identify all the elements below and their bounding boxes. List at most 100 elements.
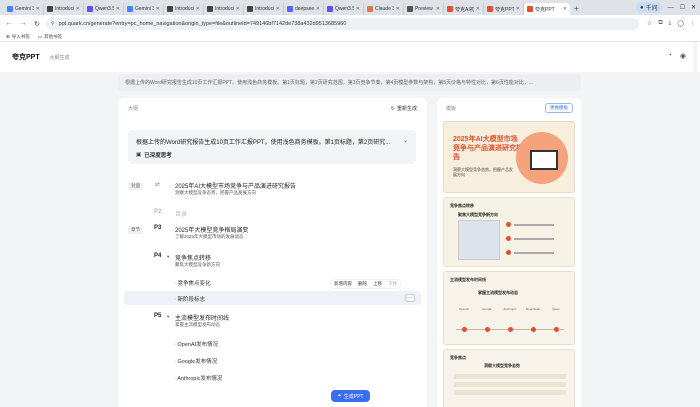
page-scrollbar[interactable] <box>693 42 697 407</box>
bookmark-other[interactable]: ▭ 其他书签 <box>38 34 62 40</box>
outline-bullet[interactable]: Anthropic发布情况 <box>174 374 222 382</box>
more-options-button[interactable]: ··· <box>405 294 415 302</box>
browser-tab[interactable]: Qwen3.5 ✕ <box>324 3 364 15</box>
browser-tab[interactable]: Gemini 3 ✕ <box>124 3 164 15</box>
chapter-title[interactable]: 2025年大模型竞争格局演变 <box>175 225 248 234</box>
close-tab-icon[interactable]: ✕ <box>116 6 120 12</box>
slide-title: 2025年AI大模型市场竞争与产品演进研究报告 <box>453 136 523 161</box>
generate-ppt-button[interactable]: ✦ 生成PPT <box>331 390 370 402</box>
close-tab-icon[interactable]: ✕ <box>476 6 480 12</box>
collapse-caret-icon[interactable]: ▾ <box>167 254 169 260</box>
outline-bullet[interactable]: 竞争焦点变化 <box>174 279 210 287</box>
browser-tab[interactable]: Claude 3 ✕ <box>364 3 404 15</box>
close-tab-icon[interactable]: ✕ <box>236 6 240 12</box>
browser-tab[interactable]: 夸克PPT ✕ <box>484 3 524 15</box>
cover-subtitle[interactable]: 洞察大模型竞争态势，把握产品发展方向 <box>175 190 256 196</box>
profile-chip[interactable]: ● 千问 <box>635 2 662 13</box>
toc-title[interactable]: 目录 <box>175 209 187 218</box>
browser-tab[interactable]: Introduci ✕ <box>44 3 84 15</box>
chapter-subtitle[interactable]: 了解2025年大模型市场的发展动态 <box>175 234 244 240</box>
forward-icon[interactable]: → <box>18 20 28 27</box>
tab-title: deepseek <box>295 6 314 12</box>
close-tab-icon[interactable]: ✕ <box>76 6 80 12</box>
browser-tab[interactable]: 夸克PPT ✕ <box>524 3 570 15</box>
outline-row-p4[interactable]: P4 ▾ 竞争焦点转移 聚焦大模型竞争新方向 <box>118 250 427 268</box>
tab-favicon-icon <box>447 6 453 12</box>
outline-row-p2[interactable]: P2 目录 <box>118 206 427 222</box>
chapter-tag: 章节 <box>128 226 143 234</box>
bookmark-import[interactable]: ⊞ 导入书签 <box>6 34 30 40</box>
section-title[interactable]: 主流模型发布时间线 <box>175 313 229 322</box>
browser-tab[interactable]: deepseek✕ <box>284 3 324 15</box>
tab-favicon-icon <box>87 6 93 12</box>
browser-tab[interactable]: Qwen3.5 ✕ <box>84 3 124 15</box>
section-subtitle[interactable]: 聚焦大模型竞争新方向 <box>175 262 220 268</box>
close-tab-icon[interactable]: ✕ <box>276 6 280 12</box>
outline-row-cover[interactable]: 封面 ⇄ 2025年AI大模型市场竞争与产品演进研究报告 洞察大模型竞争态势，把… <box>118 178 427 196</box>
app-logo[interactable]: 夸克PPT <box>12 52 40 62</box>
add-content-button[interactable]: 新增内容 <box>334 281 352 287</box>
summary-text: 根据上传的Word研究报告生成10页工作汇报PPT。使用浅色商务模板。第1页标题… <box>136 140 391 146</box>
extensions-icon[interactable]: ⧉ <box>658 20 662 27</box>
cover-title[interactable]: 2025年AI大模型市场竞争与产品演进研究报告 <box>175 181 296 190</box>
outline-bullet[interactable]: Google发布情况 <box>174 357 217 365</box>
browser-tab-strip: Gemini 3 ✕ Introduci ✕ Qwen3.5 ✕ Gemini 3 ✕ Intr… <box>0 0 700 15</box>
site-info-icon[interactable]: ⚲ <box>51 21 55 27</box>
user-avatar-icon[interactable]: ◉ <box>680 52 686 60</box>
outline-bullet[interactable]: OpenAI发布情况 <box>174 340 218 348</box>
template-slide-content[interactable]: 竞争焦点转移 聚焦大模型竞争新方向 <box>443 197 575 267</box>
change-template-button[interactable]: 更换模板 <box>545 103 573 113</box>
close-window-icon[interactable]: ✕ <box>691 4 696 11</box>
minimize-icon[interactable]: — <box>668 5 674 11</box>
menu-icon[interactable]: ⋮ <box>690 20 696 27</box>
browser-tab[interactable]: Introduci ✕ <box>204 3 244 15</box>
close-tab-icon[interactable]: ✕ <box>316 6 320 12</box>
tab-title: Introduci <box>175 6 194 12</box>
tab-title: 夸克PPT <box>535 6 555 13</box>
browser-tab[interactable]: Gemini 3 ✕ <box>4 3 44 15</box>
delete-button[interactable]: 删除 <box>358 281 367 287</box>
move-up-button[interactable]: 上移 <box>373 281 382 287</box>
collapse-caret-icon[interactable]: ▾ <box>167 314 169 320</box>
regenerate-button[interactable]: ↻ 重新生成 <box>391 105 417 113</box>
browser-tab[interactable]: 夸克AI初 ✕ <box>444 3 484 15</box>
maximize-icon[interactable]: ☐ <box>680 4 685 11</box>
chevron-down-icon[interactable]: ⌄ <box>403 137 408 144</box>
bookmark-star-icon[interactable]: ☆ <box>647 20 652 27</box>
template-slide-cover[interactable]: 2025年AI大模型市场竞争与产品演进研究报告 洞察大模型竞争态势，把握产品发展… <box>443 121 575 193</box>
close-tab-icon[interactable]: ✕ <box>356 6 360 12</box>
close-tab-icon[interactable]: ✕ <box>436 6 440 12</box>
close-tab-icon[interactable]: ✕ <box>396 6 400 12</box>
account-icon[interactable]: ◯ <box>677 20 684 27</box>
close-tab-icon[interactable]: ✕ <box>516 6 520 12</box>
browser-tab[interactable]: Preview ✕ <box>404 3 444 15</box>
url-bar[interactable]: ⚲ ppt.quark.cn/generate?entry=pc_home_na… <box>46 17 639 30</box>
browser-tab[interactable]: Introduci ✕ <box>164 3 204 15</box>
outline-row-p5[interactable]: P5 ▾ 主流模型发布时间线 掌握主流模型发布动态 <box>118 310 427 328</box>
outline-row-p3[interactable]: 章节 P3 2025年大模型竞争格局演变 了解2025年大模型市场的发展动态 <box>118 222 427 240</box>
new-tab-button[interactable]: + <box>570 3 583 15</box>
close-tab-icon[interactable]: ✕ <box>196 6 200 12</box>
close-tab-icon[interactable]: ✕ <box>156 6 160 12</box>
slide-subtitle: 洞察大模型竞争态势，把握产品发展方向 <box>453 167 513 177</box>
tab-title: Gemini 3 <box>135 6 154 12</box>
close-tab-icon[interactable]: ✕ <box>36 6 40 12</box>
sparkle-icon: ✦ <box>337 393 342 399</box>
section-subtitle[interactable]: 掌握主流模型发布动态 <box>175 322 220 328</box>
drag-handle-icon[interactable]: ⇄ <box>155 181 160 188</box>
template-slide-table[interactable]: 竞争焦点 洞察大模型竞争态势 <box>443 349 575 407</box>
section-title[interactable]: 竞争焦点转移 <box>175 253 211 262</box>
help-icon[interactable]: ◔ <box>668 52 672 60</box>
browser-tab[interactable]: Introduci ✕ <box>244 3 284 15</box>
outline-bullet[interactable]: 新阶段标志 <box>174 295 205 303</box>
deep-thinking-toggle[interactable]: ▣ 已深度思考 <box>136 151 172 159</box>
move-down-button[interactable]: 下移 <box>388 281 397 287</box>
close-tab-icon[interactable]: ✕ <box>563 6 567 12</box>
template-slide-timeline[interactable]: 主流模型发布时间线 掌握主流模型发布动态 OpenAI Google Anthr… <box>443 271 575 345</box>
tab-favicon-icon <box>207 6 213 12</box>
reload-icon[interactable]: ↻ <box>32 20 42 28</box>
download-icon[interactable]: ⤓ <box>669 20 672 27</box>
requirement-summary[interactable]: 根据上传的Word研究报告生成10页工作汇报PPT。使用浅色商务模板。第1页标题… <box>128 130 416 164</box>
tab-title: Qwen3.5 <box>95 6 114 12</box>
back-icon[interactable]: ← <box>4 20 14 27</box>
